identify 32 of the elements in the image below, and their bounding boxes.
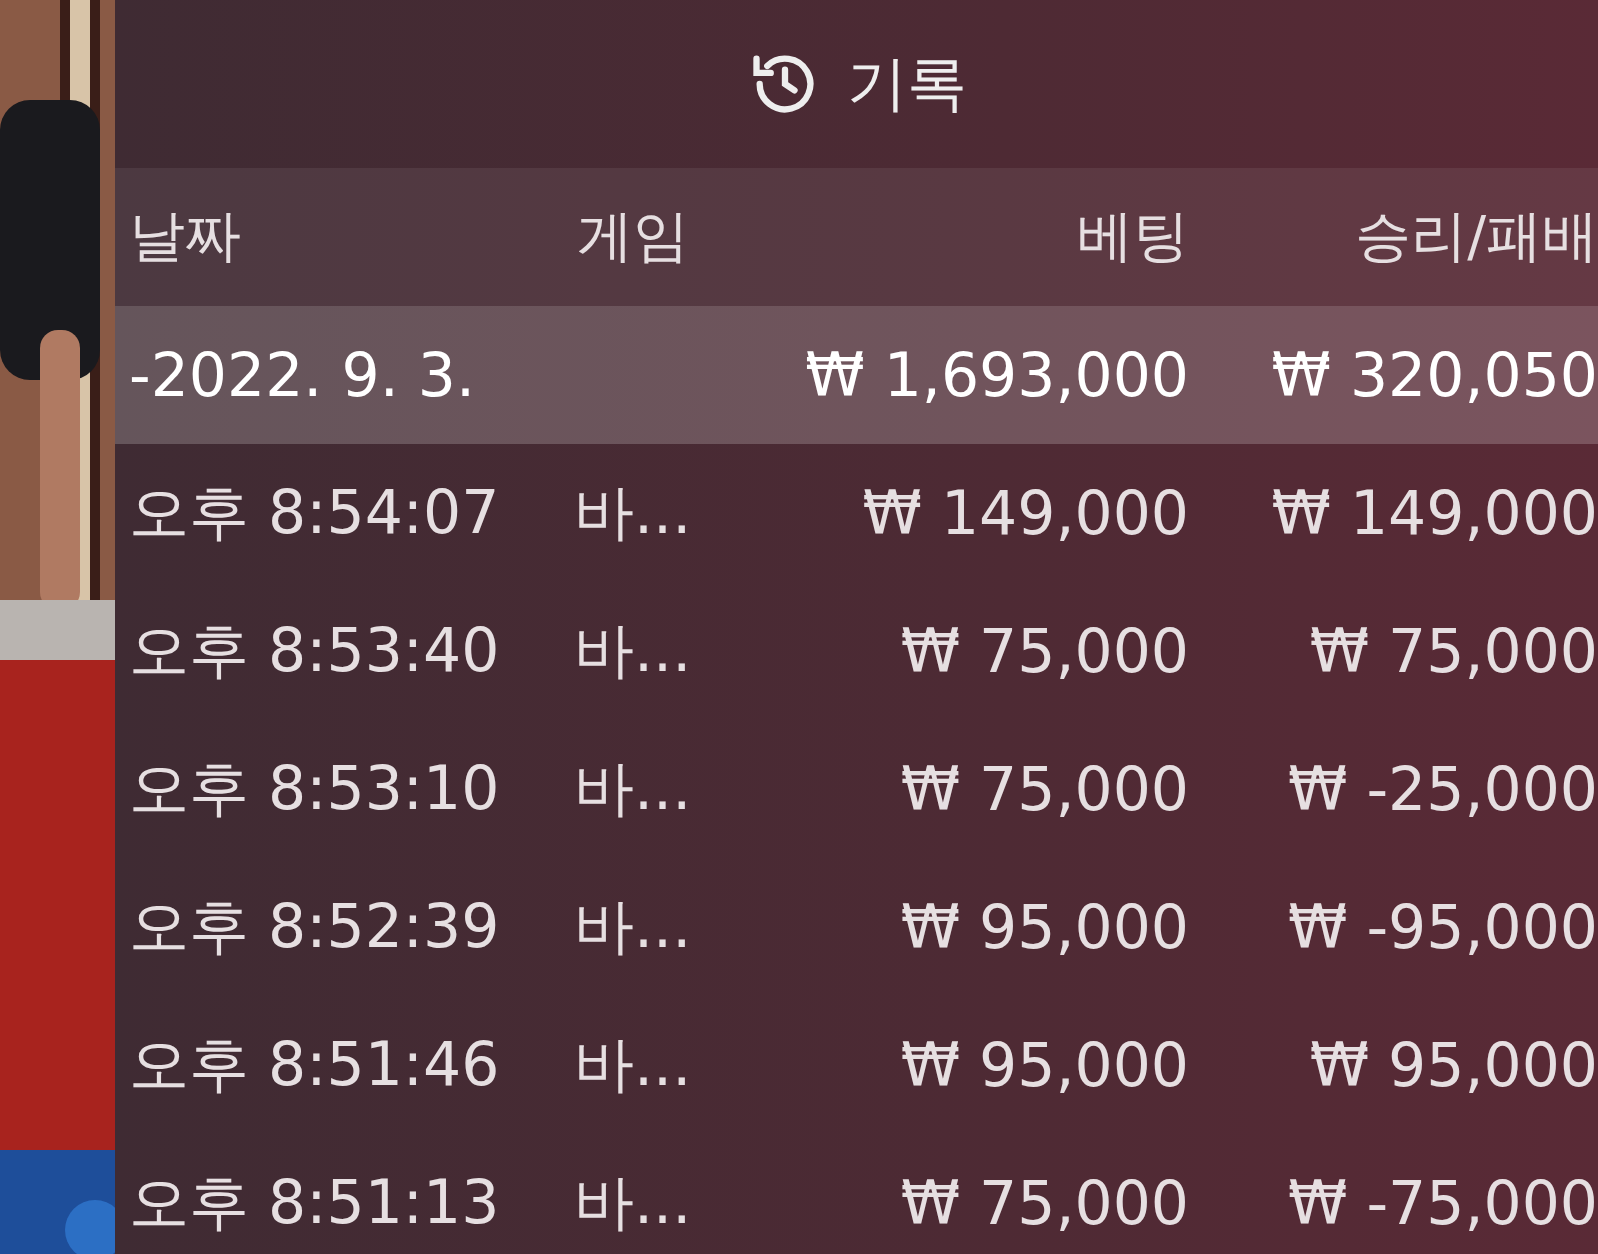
table-cell: ₩ 149,000 — [862, 478, 1189, 548]
table-cell-text: 바... — [573, 613, 692, 687]
table-cell-text: 오후 8:52:39 — [129, 889, 500, 963]
column-header[interactable]: 베팅 — [1077, 199, 1189, 275]
table-cell-text: 오후 8:51:13 — [129, 1165, 500, 1239]
column-header[interactable]: 승리/패배 — [1355, 199, 1598, 275]
table-cell-text: 오후 8:54:07 — [129, 475, 500, 549]
table-cell: ₩ 1,693,000 — [805, 340, 1189, 410]
table-cell: ₩ -75,000 — [1288, 1168, 1598, 1238]
table-cell: ₩ 75,000 — [900, 1168, 1189, 1238]
table-cell-text: 바... — [573, 889, 692, 963]
table-cell: ₩ -95,000 — [1288, 892, 1598, 962]
column-header[interactable]: 게임 — [577, 199, 719, 275]
table-cell: ₩ 149,000 — [1271, 478, 1598, 548]
table-cell: -2022. 9. 3. — [129, 340, 476, 410]
table-cell-text: 바... — [573, 1027, 692, 1101]
table-cell: ₩ 320,050 — [1271, 340, 1598, 410]
table-cell: ₩ 75,000 — [900, 754, 1189, 824]
table-cell-text: 오후 8:53:10 — [129, 751, 500, 825]
table-cell: ₩ 95,000 — [900, 1030, 1189, 1100]
table-cell-text: 바... — [573, 751, 692, 825]
panel-title: 기록 — [846, 46, 967, 120]
table-cell-text: 바... — [573, 1165, 692, 1239]
table-cell-text: 오후 8:51:46 — [129, 1027, 500, 1101]
table-cell: ₩ -25,000 — [1288, 754, 1598, 824]
table-cell: ₩ 95,000 — [1309, 1030, 1598, 1100]
table-cell: ₩ 95,000 — [900, 892, 1189, 962]
table-cell: ₩ 75,000 — [1309, 616, 1598, 686]
table-cell-text: 오후 8:53:40 — [129, 613, 500, 687]
column-header[interactable]: 날짜 — [129, 199, 241, 275]
table-cell: ₩ 75,000 — [900, 616, 1189, 686]
table-cell-text: 바... — [573, 475, 692, 549]
